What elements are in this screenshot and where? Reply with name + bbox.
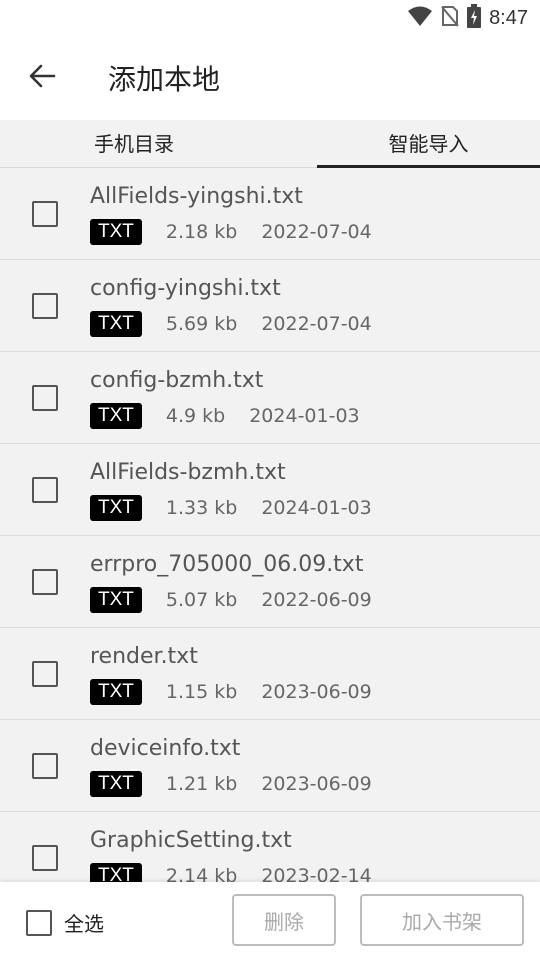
file-type-badge: TXT [90,587,142,613]
file-type-badge: TXT [90,311,142,337]
item-checkbox[interactable] [32,569,58,595]
file-list[interactable]: AllFields-yingshi.txt TXT 2.18 kb 2022-0… [0,168,540,882]
item-checkbox[interactable] [32,201,58,227]
file-type-badge: TXT [90,679,142,705]
status-icons: 8:47 [407,4,528,32]
file-meta: TXT 1.21 kb 2023-06-09 [90,771,372,797]
file-size: 1.33 kb [165,497,238,519]
file-date: 2024-01-03 [249,405,360,427]
list-item[interactable]: config-bzmh.txt TXT 4.9 kb 2024-01-03 [0,352,540,444]
tab-label: 手机目录 [94,132,174,156]
file-name: errpro_705000_06.09.txt [90,552,364,577]
list-item[interactable]: AllFields-yingshi.txt TXT 2.18 kb 2022-0… [0,168,540,260]
list-item[interactable]: AllFields-bzmh.txt TXT 1.33 kb 2024-01-0… [0,444,540,536]
list-item[interactable]: config-yingshi.txt TXT 5.69 kb 2022-07-0… [0,260,540,352]
file-size: 1.21 kb [165,773,238,795]
file-type-badge: TXT [90,495,142,521]
item-checkbox[interactable] [32,293,58,319]
file-name: config-bzmh.txt [90,368,264,393]
status-time: 8:47 [489,6,528,29]
file-meta: TXT 2.18 kb 2022-07-04 [90,219,372,245]
tab-phone-directory[interactable]: 手机目录 [0,120,317,167]
file-type-badge: TXT [90,219,142,245]
item-checkbox[interactable] [32,661,58,687]
file-date: 2022-06-09 [261,589,372,611]
bottom-action-bar: 全选 删除 加入书架 [0,882,540,960]
item-checkbox[interactable] [32,477,58,503]
file-meta: TXT 4.9 kb 2024-01-03 [90,403,360,429]
page-title: 添加本地 [108,63,221,96]
file-date: 2022-07-04 [261,313,372,335]
file-size: 5.07 kb [165,589,238,611]
list-item[interactable]: GraphicSetting.txt TXT 2.14 kb 2023-02-1… [0,812,540,882]
select-all-checkbox[interactable] [26,909,52,936]
file-type-badge: TXT [90,863,142,882]
file-size: 2.14 kb [165,865,238,882]
app-bar: 添加本地 [0,36,540,120]
tab-label: 智能导入 [388,132,469,156]
file-size: 2.18 kb [165,221,238,243]
file-type-badge: TXT [90,771,142,797]
item-checkbox[interactable] [32,753,58,779]
add-to-bookshelf-button[interactable]: 加入书架 [360,894,524,946]
select-all-toggle[interactable]: 全选 [26,908,104,937]
item-checkbox[interactable] [32,845,58,871]
item-checkbox[interactable] [32,385,58,411]
delete-button[interactable]: 删除 [232,894,336,946]
file-date: 2023-06-09 [261,773,372,795]
file-name: GraphicSetting.txt [90,828,292,853]
file-date: 2022-07-04 [261,221,372,243]
file-meta: TXT 5.07 kb 2022-06-09 [90,587,372,613]
file-size: 4.9 kb [165,405,226,427]
tab-bar: 手机目录 智能导入 [0,120,540,168]
back-button[interactable] [24,60,60,96]
wifi-icon [407,5,433,31]
status-bar: 8:47 [0,0,540,36]
file-name: AllFields-yingshi.txt [90,184,303,209]
file-size: 1.15 kb [165,681,238,703]
no-sim-icon [441,5,459,31]
file-size: 5.69 kb [165,313,238,335]
file-name: render.txt [90,644,198,669]
file-name: AllFields-bzmh.txt [90,460,286,485]
list-item[interactable]: deviceinfo.txt TXT 1.21 kb 2023-06-09 [0,720,540,812]
file-date: 2023-06-09 [261,681,372,703]
list-item[interactable]: errpro_705000_06.09.txt TXT 5.07 kb 2022… [0,536,540,628]
list-item[interactable]: render.txt TXT 1.15 kb 2023-06-09 [0,628,540,720]
file-meta: TXT 5.69 kb 2022-07-04 [90,311,372,337]
file-name: config-yingshi.txt [90,276,281,301]
file-date: 2023-02-14 [261,865,372,882]
file-meta: TXT 2.14 kb 2023-02-14 [90,863,372,882]
arrow-left-icon [28,64,56,92]
battery-charging-icon [467,4,482,32]
file-meta: TXT 1.15 kb 2023-06-09 [90,679,372,705]
file-type-badge: TXT [90,403,142,429]
file-name: deviceinfo.txt [90,736,241,761]
select-all-label: 全选 [64,912,104,936]
file-meta: TXT 1.33 kb 2024-01-03 [90,495,372,521]
tab-smart-import[interactable]: 智能导入 [317,120,540,168]
file-date: 2024-01-03 [261,497,372,519]
